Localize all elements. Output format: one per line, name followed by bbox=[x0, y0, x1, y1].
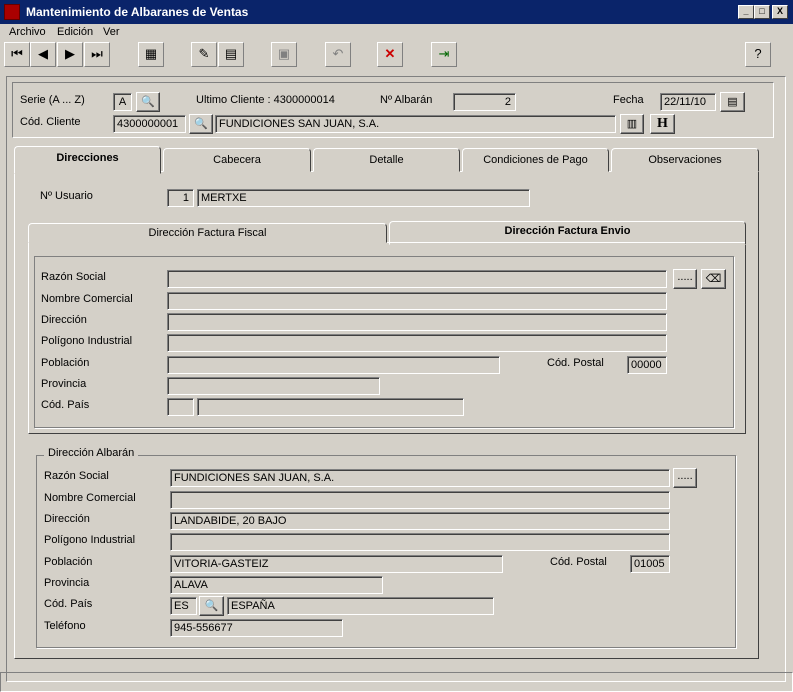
tab-direcciones[interactable]: Direcciones bbox=[14, 146, 161, 174]
envio-direccion-label: Dirección bbox=[41, 314, 87, 326]
cliente-code-field[interactable]: 4300000001 bbox=[113, 115, 186, 133]
usuario-label: Nº Usuario bbox=[40, 190, 93, 202]
first-record-icon[interactable]: ⏮ bbox=[4, 42, 30, 67]
maximize-button[interactable]: □ bbox=[754, 5, 770, 19]
envio-nombre-label: Nombre Comercial bbox=[41, 293, 133, 305]
envio-cp-label: Cód. Postal bbox=[547, 357, 604, 369]
status-bar bbox=[0, 672, 793, 692]
prev-record-icon[interactable]: ◀ bbox=[30, 42, 56, 67]
notes-icon[interactable]: ▥ bbox=[620, 114, 644, 134]
search-icon[interactable]: 🔍 bbox=[136, 92, 160, 112]
next-record-icon[interactable]: ▶ bbox=[57, 42, 83, 67]
albaran-cp-field[interactable]: 01005 bbox=[630, 555, 670, 573]
albaran-direccion-field[interactable]: LANDABIDE, 20 BAJO bbox=[170, 512, 670, 530]
fecha-label: Fecha bbox=[613, 94, 644, 106]
search-icon[interactable]: 🔍 bbox=[199, 596, 224, 616]
tab-observaciones[interactable]: Observaciones bbox=[611, 148, 759, 172]
minimize-button[interactable]: _ bbox=[738, 5, 754, 19]
albaran-direccion-label: Dirección bbox=[44, 513, 90, 525]
cliente-label: Cód. Cliente bbox=[20, 116, 81, 128]
eraser-icon[interactable]: ⌫ bbox=[701, 269, 726, 289]
albaran-nombre-label: Nombre Comercial bbox=[44, 492, 136, 504]
window-title: Mantenimiento de Albaranes de Ventas bbox=[0, 0, 793, 24]
fecha-field[interactable]: 22/11/10 bbox=[660, 93, 716, 111]
envio-nombre-field[interactable] bbox=[167, 292, 667, 310]
subtab-factura-fiscal[interactable]: Dirección Factura Fiscal bbox=[28, 223, 387, 243]
save-icon[interactable]: ▣ bbox=[271, 42, 297, 67]
albaran-field[interactable]: 2 bbox=[453, 93, 516, 111]
history-button[interactable]: H bbox=[650, 114, 675, 134]
menu-archivo[interactable]: Archivo bbox=[9, 26, 46, 38]
envio-poligono-field[interactable] bbox=[167, 334, 667, 352]
edit-icon[interactable]: ▤ bbox=[218, 42, 244, 67]
albaran-telefono-label: Teléfono bbox=[44, 620, 86, 632]
delete-icon[interactable]: ✕ bbox=[377, 42, 403, 67]
envio-lookup-button[interactable]: ..... bbox=[673, 269, 697, 289]
albaran-lookup-button[interactable]: ..... bbox=[673, 468, 697, 488]
tab-cabecera[interactable]: Cabecera bbox=[163, 148, 311, 172]
new-icon[interactable]: ✎ bbox=[191, 42, 217, 67]
albaran-nombre-field[interactable] bbox=[170, 491, 670, 509]
albaran-poligono-label: Polígono Industrial bbox=[44, 534, 136, 546]
calendar-icon[interactable]: ▤ bbox=[720, 92, 745, 112]
albaran-pais-code-field[interactable]: ES bbox=[170, 597, 197, 615]
envio-poblacion-field[interactable] bbox=[167, 356, 500, 374]
albaran-poblacion-field[interactable]: VITORIA-GASTEIZ bbox=[170, 555, 503, 573]
albaran-provincia-label: Provincia bbox=[44, 577, 90, 589]
albaran-razon-field[interactable]: FUNDICIONES SAN JUAN, S.A. bbox=[170, 469, 670, 487]
albaran-poligono-field[interactable] bbox=[170, 533, 670, 551]
envio-pais-code-field[interactable] bbox=[167, 398, 194, 416]
app-icon bbox=[4, 4, 20, 20]
usuario-num-field[interactable]: 1 bbox=[167, 189, 194, 207]
calculator-icon[interactable]: ▦ bbox=[138, 42, 164, 67]
albaran-pais-name-field[interactable]: ESPAÑA bbox=[227, 597, 494, 615]
albaran-label: Nº Albarán bbox=[380, 94, 433, 106]
albaran-telefono-field[interactable]: 945-556677 bbox=[170, 619, 343, 637]
envio-poligono-label: Polígono Industrial bbox=[41, 335, 133, 347]
albaran-pais-label: Cód. País bbox=[44, 598, 93, 610]
albaran-razon-label: Razón Social bbox=[44, 470, 109, 482]
tab-detalle[interactable]: Detalle bbox=[313, 148, 460, 172]
last-record-icon[interactable]: ⏭ bbox=[84, 42, 110, 67]
cliente-name-field[interactable]: FUNDICIONES SAN JUAN, S.A. bbox=[215, 115, 616, 133]
envio-provincia-label: Provincia bbox=[41, 378, 87, 390]
menu-edicion[interactable]: Edición bbox=[57, 26, 93, 38]
envio-pais-label: Cód. País bbox=[41, 399, 90, 411]
serie-field[interactable]: A bbox=[113, 93, 132, 111]
envio-cp-field[interactable]: 00000 bbox=[627, 356, 667, 374]
albaran-group-title: Dirección Albarán bbox=[44, 447, 139, 459]
envio-direccion-field[interactable] bbox=[167, 313, 667, 331]
albaran-poblacion-label: Población bbox=[44, 556, 93, 568]
ultimo-cliente: Ultimo Cliente : 4300000014 bbox=[196, 94, 335, 106]
menu-ver[interactable]: Ver bbox=[103, 26, 120, 38]
serie-label: Serie (A ... Z) bbox=[20, 94, 85, 106]
usuario-name-field[interactable]: MERTXE bbox=[197, 189, 530, 207]
exit-icon[interactable]: ⇥ bbox=[431, 42, 457, 67]
envio-poblacion-label: Población bbox=[41, 357, 90, 369]
envio-pais-name-field[interactable] bbox=[197, 398, 464, 416]
undo-icon[interactable]: ↶ bbox=[325, 42, 351, 67]
tab-condiciones-pago[interactable]: Condiciones de Pago bbox=[462, 148, 609, 172]
albaran-provincia-field[interactable]: ALAVA bbox=[170, 576, 383, 594]
help-icon[interactable]: ? bbox=[745, 42, 771, 67]
envio-razon-label: Razón Social bbox=[41, 271, 106, 283]
search-icon[interactable]: 🔍 bbox=[189, 114, 213, 134]
albaran-cp-label: Cód. Postal bbox=[550, 556, 607, 568]
envio-razon-field[interactable] bbox=[167, 270, 667, 288]
envio-provincia-field[interactable] bbox=[167, 377, 380, 395]
subtab-factura-envio[interactable]: Dirección Factura Envio bbox=[389, 221, 746, 245]
close-button[interactable]: X bbox=[772, 5, 788, 19]
